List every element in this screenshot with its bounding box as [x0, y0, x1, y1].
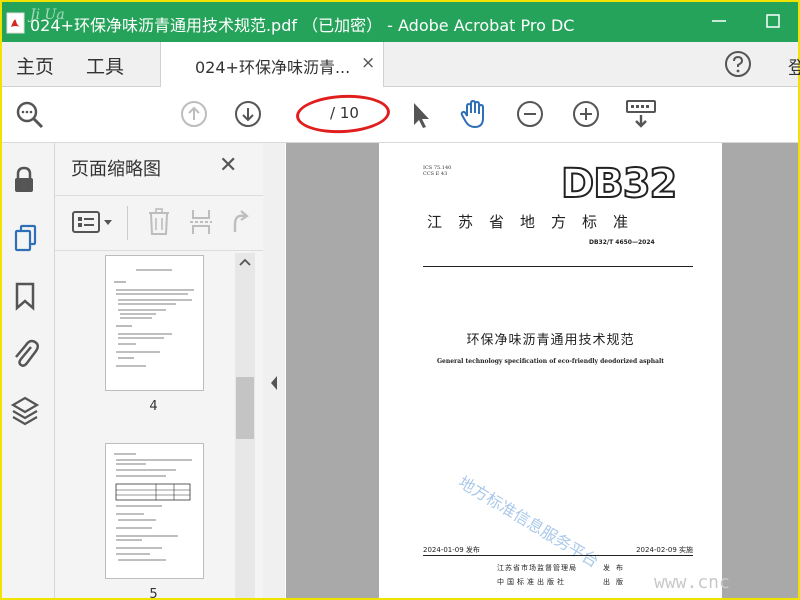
- find-zoom-icon[interactable]: [14, 99, 46, 131]
- province-standard-heading: 江苏省地方标准: [427, 213, 645, 231]
- thumbnail-options-icon[interactable]: [71, 210, 115, 236]
- attachment-icon[interactable]: [10, 337, 40, 369]
- collapse-panel-handle[interactable]: [263, 143, 285, 598]
- standard-number: DB32/T 4650—2024: [589, 239, 655, 246]
- toolbar-divider: [127, 206, 128, 240]
- site-watermark: www.cnc: [654, 572, 730, 593]
- toolbar: / 10: [2, 87, 798, 143]
- thumbnail-page-4[interactable]: [105, 255, 204, 391]
- window-title: 024+环保净味沥青通用技术规范.pdf （已加密） - Adobe Acrob…: [30, 16, 575, 35]
- panel-toolbar: [55, 195, 263, 251]
- red-annotation-ring: [295, 92, 391, 136]
- keyboard-download-icon[interactable]: [624, 98, 658, 130]
- rotate-page-icon[interactable]: [229, 208, 251, 236]
- document-tab[interactable]: 024+环保净味沥青... ×: [160, 42, 384, 87]
- publisher-1: 江苏省市场监督管理局: [497, 564, 577, 572]
- publisher-1-verb: 发布: [603, 564, 629, 572]
- collapse-arrow-icon[interactable]: [269, 375, 279, 391]
- left-navigation-rail: [2, 143, 55, 598]
- document-title-cn: 环保净味沥青通用技术规范: [466, 333, 635, 348]
- issue-date: 2024-01-09 发布: [423, 546, 480, 554]
- acrobat-file-icon: [6, 12, 25, 34]
- menu-bar: 主页 工具 024+环保净味沥青... × 登: [2, 42, 800, 87]
- pages-icon[interactable]: [12, 223, 40, 253]
- bookmark-icon[interactable]: [14, 281, 36, 311]
- corner-watermark: Ji Ua: [30, 7, 65, 23]
- lock-icon[interactable]: [12, 165, 36, 195]
- thumbnail-scrollbar[interactable]: [235, 253, 255, 598]
- effective-date: 2024-02-09 实施: [636, 546, 693, 554]
- publisher-2: 中国标准出版社: [497, 578, 567, 586]
- document-title-en: General technology specification of eco-…: [436, 358, 665, 365]
- help-icon[interactable]: [724, 50, 752, 78]
- sign-in-link[interactable]: 登: [788, 54, 800, 80]
- thumbnail-page-5-preview: [114, 453, 192, 561]
- title-bar: 024+环保净味沥青通用技术规范.pdf （已加密） - Adobe Acrob…: [2, 2, 798, 42]
- document-viewport[interactable]: ICS 75.140 CCS E 43 DB32 江苏省地方标准 DB32/T …: [286, 143, 798, 598]
- platform-watermark: 地方标准信息服务平台: [455, 472, 603, 572]
- close-panel-icon[interactable]: ✕: [219, 153, 237, 178]
- page-thumbnails-panel: 页面缩略图 ✕ 4 5: [55, 143, 264, 598]
- previous-page-icon[interactable]: [180, 100, 208, 128]
- maximize-icon[interactable]: [762, 10, 784, 32]
- thumbnail-page-4-preview: [114, 269, 194, 367]
- panel-title: 页面缩略图: [71, 159, 161, 180]
- publisher-2-verb: 出版: [603, 578, 629, 586]
- extract-page-icon[interactable]: [189, 208, 213, 236]
- zoom-out-icon[interactable]: [516, 100, 544, 128]
- close-tab-icon[interactable]: ×: [361, 53, 375, 73]
- db32-logo: DB32: [560, 160, 678, 208]
- document-tab-label: 024+环保净味沥青...: [195, 58, 351, 77]
- ics-ccs-codes: ICS 75.140 CCS E 43: [423, 165, 451, 177]
- delete-page-icon[interactable]: [147, 208, 171, 236]
- thumbnail-page-4-number: 4: [149, 399, 158, 414]
- page-number-field: / 10: [295, 92, 391, 136]
- menu-tools[interactable]: 工具: [86, 52, 124, 79]
- header-rule: [423, 266, 693, 267]
- next-page-icon[interactable]: [234, 100, 262, 128]
- dates-row: 2024-01-09 发布 2024-02-09 实施: [423, 545, 693, 556]
- thumbnail-page-5-number: 5: [149, 587, 158, 598]
- scroll-up-icon[interactable]: [238, 257, 252, 267]
- minimize-icon[interactable]: [708, 10, 730, 32]
- scrollbar-thumb[interactable]: [236, 377, 254, 439]
- thumbnail-page-5[interactable]: [105, 443, 204, 579]
- thumbnail-list: 4 5: [55, 253, 263, 598]
- layers-icon[interactable]: [10, 395, 40, 427]
- ccs-code: CCS E 43: [423, 171, 448, 177]
- select-cursor-icon[interactable]: [408, 100, 432, 130]
- zoom-in-icon[interactable]: [572, 100, 600, 128]
- hand-tool-icon[interactable]: [458, 98, 490, 130]
- menu-home[interactable]: 主页: [16, 52, 54, 79]
- pdf-cover-page: ICS 75.140 CCS E 43 DB32 江苏省地方标准 DB32/T …: [379, 143, 722, 598]
